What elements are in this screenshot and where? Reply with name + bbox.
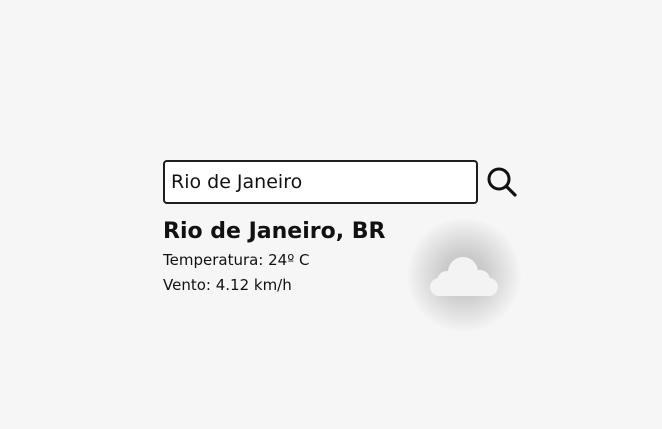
temperature-text: Temperatura: 24º C [163, 251, 310, 269]
search-icon [487, 167, 517, 197]
city-search-input[interactable] [163, 160, 478, 204]
weather-app: Rio de Janeiro, BR Temperatura: 24º C Ve… [0, 0, 662, 429]
city-title: Rio de Janeiro, BR [163, 219, 386, 244]
search-button[interactable] [485, 165, 519, 199]
cloud-icon [430, 257, 498, 296]
weather-icon-container [407, 218, 521, 332]
wind-text: Vento: 4.12 km/h [163, 276, 292, 294]
search-bar [163, 160, 519, 204]
weather-result: Rio de Janeiro, BR Temperatura: 24º C Ve… [163, 216, 385, 298]
